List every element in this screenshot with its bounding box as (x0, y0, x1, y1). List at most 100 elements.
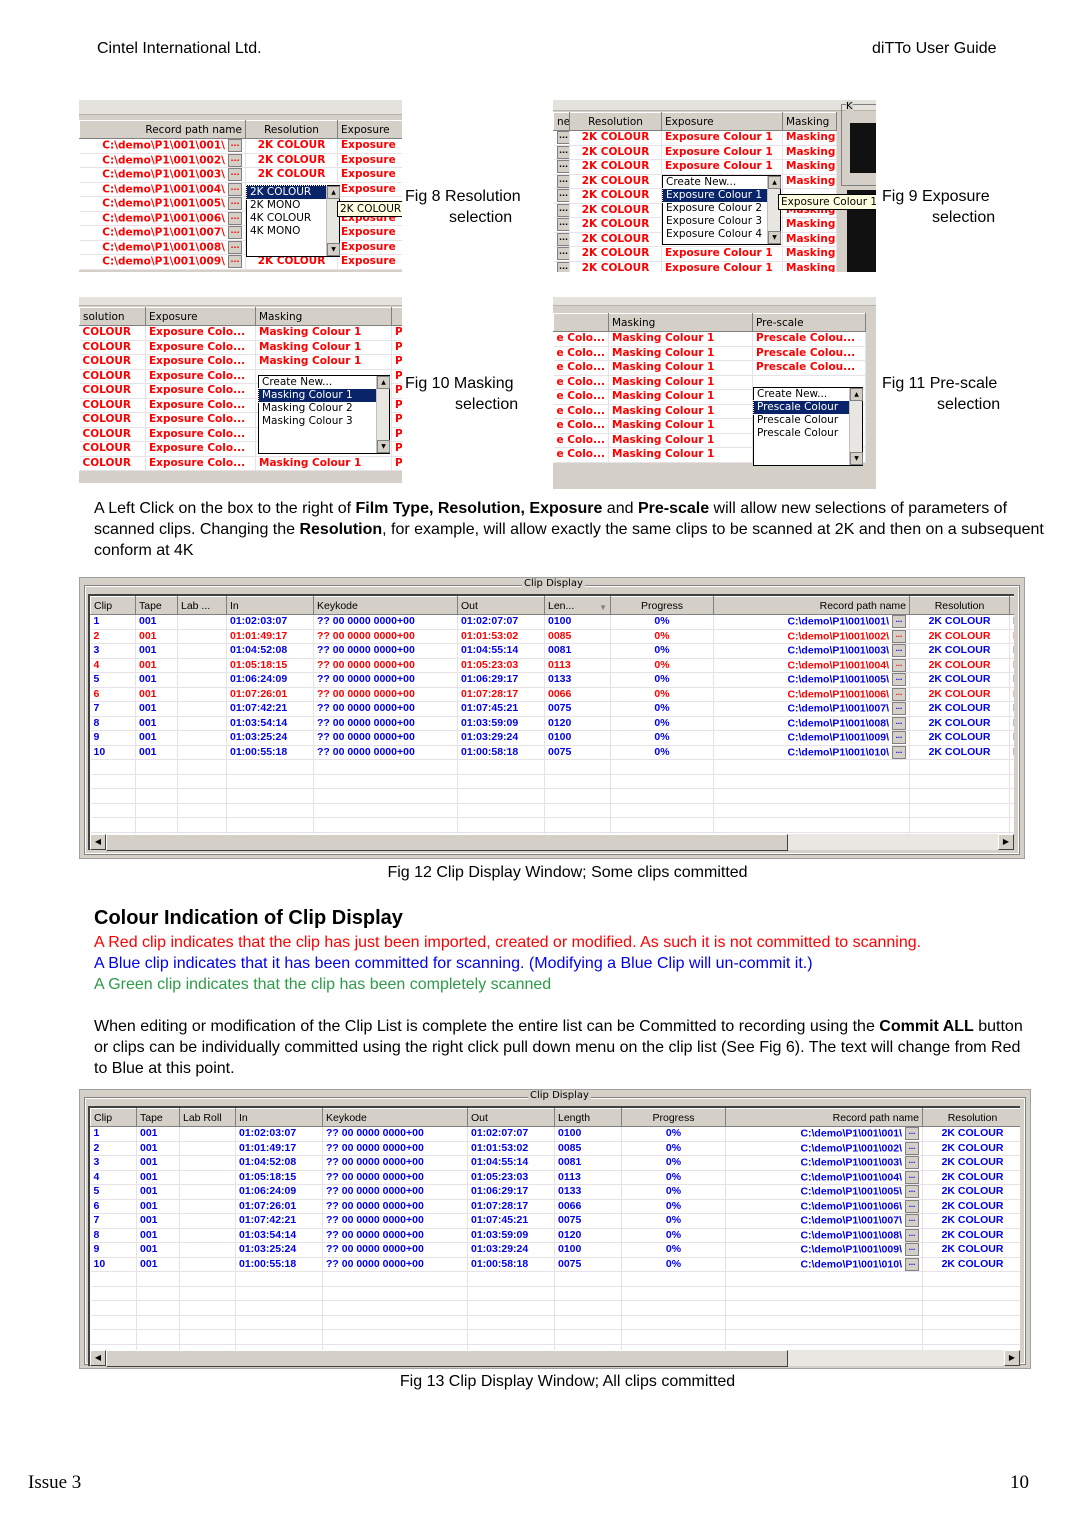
col-keykode[interactable]: Keykode (322, 1108, 468, 1127)
length-cell[interactable]: 0081 (554, 1155, 622, 1171)
masking-cell[interactable]: Masking Colour 1 (608, 418, 753, 434)
browse-path-button[interactable]: ... (892, 716, 906, 730)
exposure-cell[interactable]: E (1009, 730, 1014, 746)
scroll-up-icon[interactable]: ▲ (327, 186, 340, 199)
lab-roll-cell[interactable] (177, 658, 227, 673)
clip-row[interactable]: 7 001 01:07:42:21?? 00 0000 0000+00 01:07:4… (90, 701, 1014, 717)
resolution-cell[interactable]: 2K COLOUR (569, 232, 662, 247)
dropdown-option[interactable]: 2K COLOUR (246, 185, 327, 200)
table-row[interactable]: C:\demo\P1\001\004\... Exposure (79, 182, 402, 197)
col-masking[interactable]: Masking (608, 313, 753, 332)
record-path-cell[interactable]: C:\demo\P1\001\004\... (725, 1170, 923, 1185)
col-clip[interactable]: Clip (90, 596, 136, 615)
exposure-cell[interactable]: e Colo... (553, 433, 609, 448)
col-resolution[interactable]: Resolution (922, 1108, 1020, 1127)
resolution-cell[interactable]: 2K COLOUR (245, 167, 338, 183)
exposure-cell[interactable]: Exposure (337, 225, 402, 241)
exposure-dropdown-list[interactable]: Create New... Exposure Colour 1 Exposure C… (662, 175, 781, 245)
col-tape[interactable]: Tape (136, 1108, 180, 1127)
progress-cell[interactable]: 0% (621, 1199, 726, 1214)
record-path-cell[interactable]: ... (553, 261, 570, 272)
clip-row[interactable]: 3 001 01:04:52:08?? 00 0000 0000+00 01:04:5… (90, 1155, 1020, 1171)
col-progress[interactable]: Progress (610, 596, 714, 615)
lab-roll-cell[interactable] (177, 643, 227, 659)
resolution-cell[interactable]: 2K COLOUR (569, 159, 662, 175)
resolution-dropdown-list[interactable]: 2K COLOUR 2K MONO 4K COLOUR 4K MONO ▲ ▼ (246, 185, 340, 257)
col-tape[interactable]: Tape (135, 596, 178, 615)
record-path-cell[interactable]: ... (553, 232, 570, 247)
record-path-cell[interactable]: ... (553, 188, 570, 204)
resolution-cell[interactable]: COLOUR (79, 412, 146, 428)
clip-number-cell[interactable]: 10 (90, 745, 136, 760)
resolution-cell[interactable]: 2K COLOUR (569, 261, 662, 272)
lab-roll-cell[interactable] (179, 1199, 236, 1214)
record-path-cell[interactable]: C:\demo\P1\001\008\... (79, 240, 246, 255)
scroll-down-icon[interactable]: ▼ (327, 243, 340, 256)
clip-row[interactable]: 9 001 01:03:25:24?? 00 0000 0000+00 01:03:2… (90, 1242, 1020, 1258)
in-timecode-cell[interactable]: 01:07:42:21 (226, 701, 314, 717)
exposure-cell[interactable]: Exposure Colour 1 (661, 261, 783, 272)
length-cell[interactable]: 0075 (554, 1257, 622, 1272)
resolution-cell[interactable]: 2K COLOUR (922, 1228, 1020, 1243)
lab-roll-cell[interactable] (179, 1228, 236, 1243)
resolution-cell[interactable]: 2K COLOUR (569, 188, 662, 204)
prescale-cell[interactable]: P (391, 354, 402, 370)
keykode-cell[interactable]: ?? 00 0000 0000+00 (313, 629, 458, 644)
length-cell[interactable]: 0100 (554, 1242, 622, 1258)
exposure-cell[interactable]: e Colo... (553, 418, 609, 434)
clip-number-cell[interactable]: 9 (90, 1242, 137, 1258)
keykode-cell[interactable]: ?? 00 0000 0000+00 (322, 1228, 468, 1243)
masking-cell[interactable]: Masking Colour 1 (255, 340, 392, 355)
browse-path-button[interactable]: ... (905, 1127, 919, 1141)
record-path-cell[interactable]: ... (553, 174, 570, 189)
exposure-cell[interactable]: E (1009, 614, 1014, 630)
dropdown-option[interactable]: Prescale Colour (753, 400, 850, 415)
masking-dropdown-list[interactable]: Create New... Masking Colour 1 Masking Col… (258, 375, 390, 454)
record-path-cell[interactable]: C:\demo\P1\001\009\... (713, 730, 910, 746)
table-row[interactable]: COLOURExposure Colo...Masking Colour 1P (79, 325, 402, 341)
browse-path-button[interactable]: ... (228, 168, 242, 181)
out-timecode-cell[interactable]: 01:01:53:02 (467, 1141, 555, 1156)
exposure-cell[interactable]: e Colo... (553, 346, 609, 361)
in-timecode-cell[interactable]: 01:07:42:21 (235, 1213, 323, 1229)
browse-path-button[interactable]: ... (892, 673, 906, 687)
resolution-cell[interactable]: 2K COLOUR (909, 614, 1010, 630)
exposure-cell[interactable]: Exposure Colo... (145, 354, 256, 370)
clip-row[interactable]: 5 001 01:06:24:09?? 00 0000 0000+00 01:06:2… (90, 672, 1014, 688)
browse-path-button[interactable]: ... (892, 745, 906, 759)
exposure-cell[interactable]: e Colo... (553, 360, 609, 376)
browse-path-button[interactable]: ... (556, 247, 569, 260)
resolution-cell[interactable]: 2K COLOUR (245, 153, 338, 168)
length-cell[interactable]: 0100 (544, 730, 611, 746)
keykode-cell[interactable]: ?? 00 0000 0000+00 (313, 701, 458, 717)
out-timecode-cell[interactable]: 01:02:07:07 (457, 614, 545, 630)
out-timecode-cell[interactable]: 01:07:28:17 (457, 687, 545, 702)
col-out[interactable]: Out (467, 1108, 555, 1127)
in-timecode-cell[interactable]: 01:03:54:14 (226, 716, 314, 731)
col-record-path[interactable]: Record path name (79, 120, 246, 139)
progress-cell[interactable]: 0% (610, 745, 714, 760)
out-timecode-cell[interactable]: 01:07:45:21 (457, 701, 545, 717)
dropdown-option[interactable]: Prescale Colour (754, 414, 849, 427)
table-row[interactable]: COLOURExposure Colo...Masking Colour 1P (79, 340, 402, 355)
keykode-cell[interactable]: ?? 00 0000 0000+00 (313, 643, 458, 659)
in-timecode-cell[interactable]: 01:06:24:09 (235, 1184, 323, 1200)
record-path-cell[interactable]: ... (553, 145, 570, 160)
clip-row[interactable]: 4 001 01:05:18:15?? 00 0000 0000+00 01:05:2… (90, 658, 1014, 673)
resolution-cell[interactable]: 2K COLOUR (922, 1199, 1020, 1214)
tape-cell[interactable]: 001 (136, 1141, 180, 1156)
record-path-cell[interactable]: C:\demo\P1\001\001\... (79, 138, 246, 154)
clip-number-cell[interactable]: 4 (90, 1170, 137, 1185)
col-resolution[interactable]: Resolution (569, 112, 662, 131)
exposure-cell[interactable]: e Colo... (553, 404, 609, 419)
dropdown-option[interactable]: Prescale Colour (754, 427, 849, 440)
exposure-cell[interactable]: Exposure Colo... (145, 325, 256, 341)
keykode-cell[interactable]: ?? 00 0000 0000+00 (322, 1242, 468, 1258)
length-cell[interactable]: 0066 (554, 1199, 622, 1214)
tape-cell[interactable]: 001 (135, 716, 178, 731)
lab-roll-cell[interactable] (179, 1242, 236, 1258)
table-row[interactable]: C:\demo\P1\001\003\... 2K COLOUR Exposure (79, 167, 402, 183)
prescale-cell[interactable]: P (391, 441, 402, 457)
exposure-cell[interactable]: e Colo... (553, 375, 609, 390)
prescale-cell[interactable]: P (391, 340, 402, 355)
